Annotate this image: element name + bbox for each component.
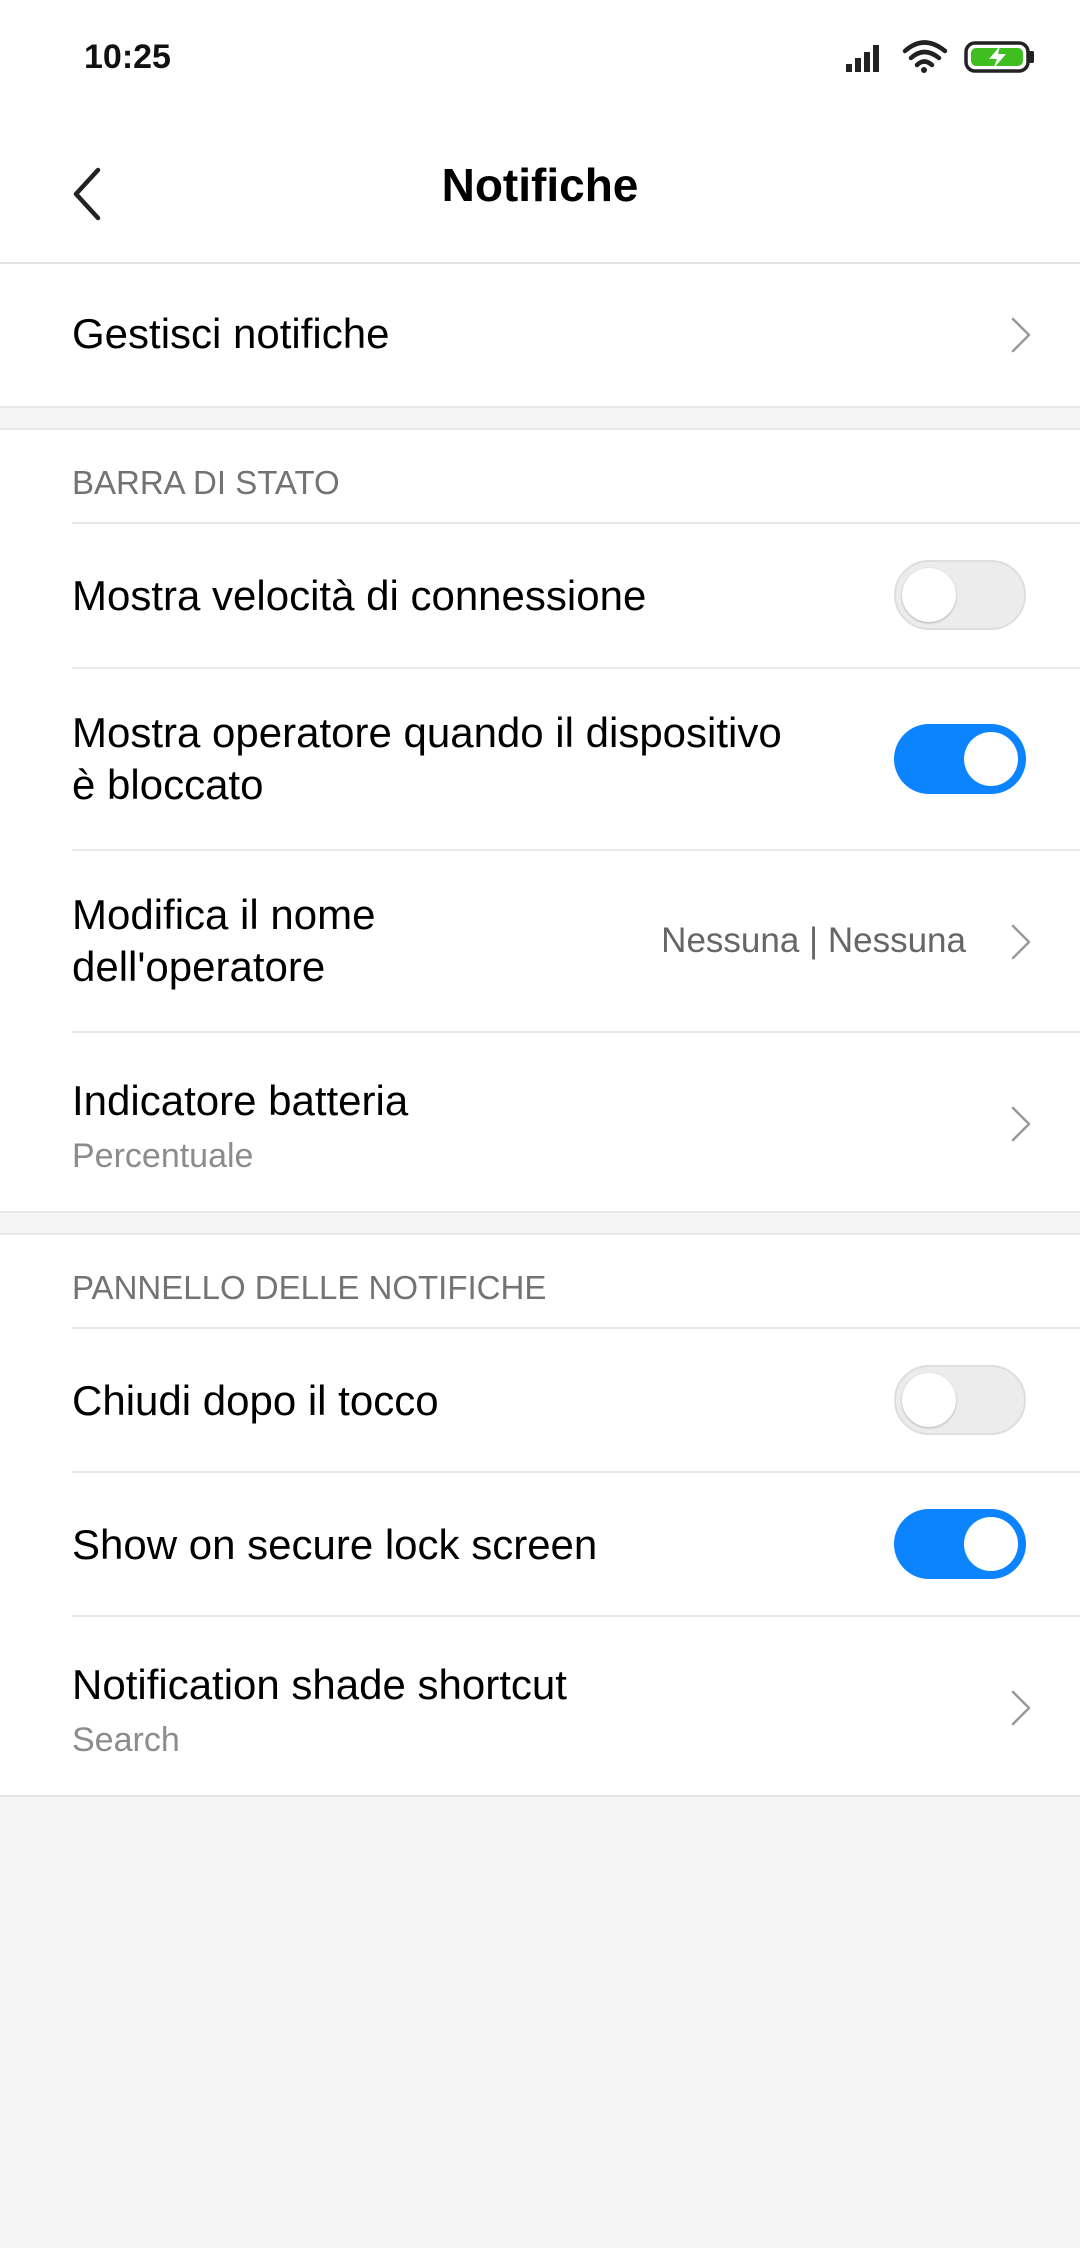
section-header-notification-panel: PANNELLO DELLE NOTIFICHE <box>0 1235 1080 1327</box>
carrier-locked-label-line1: Mostra operatore quando il dispositivo <box>72 709 782 756</box>
section-notification-panel: PANNELLO DELLE NOTIFICHE Chiudi dopo il … <box>0 1235 1080 1795</box>
signal-icon <box>846 45 879 72</box>
battery-indicator-label: Indicatore batteria <box>72 1077 409 1124</box>
section-manage: Gestisci notifiche <box>0 264 1080 406</box>
status-time: 10:25 <box>84 38 171 76</box>
manage-notifications-row[interactable]: Gestisci notifiche <box>72 264 1080 406</box>
toggle-knob <box>902 1373 956 1427</box>
section-gap <box>0 406 1080 430</box>
toggle-knob <box>964 1517 1018 1571</box>
battery-charging-icon <box>964 41 1034 73</box>
manage-notifications-label: Gestisci notifiche <box>72 310 390 357</box>
carrier-name-label-line2: dell'operatore <box>72 943 326 990</box>
shade-shortcut-sub: Search <box>72 1721 180 1759</box>
carrier-locked-toggle[interactable] <box>894 724 1026 794</box>
secure-lock-row[interactable]: Show on secure lock screen <box>72 1471 1080 1615</box>
toggle-knob <box>964 732 1018 786</box>
status-icons <box>846 40 1036 74</box>
section-status-bar: BARRA DI STATO Mostra velocità di connes… <box>0 430 1080 1211</box>
connection-speed-label: Mostra velocità di connessione <box>72 572 647 619</box>
connection-speed-row[interactable]: Mostra velocità di connessione <box>72 522 1080 667</box>
chevron-right-icon <box>1011 1690 1031 1726</box>
close-after-tap-row[interactable]: Chiudi dopo il tocco <box>72 1327 1080 1471</box>
chevron-right-icon <box>1011 317 1031 353</box>
bottom-divider <box>0 1795 1080 1797</box>
section-gap <box>0 1211 1080 1235</box>
shade-shortcut-label: Notification shade shortcut <box>72 1661 567 1708</box>
secure-lock-label: Show on secure lock screen <box>72 1521 598 1568</box>
close-after-tap-toggle[interactable] <box>894 1365 1026 1435</box>
carrier-name-value: Nessuna | Nessuna <box>661 921 966 960</box>
chevron-right-icon <box>1011 1106 1031 1142</box>
battery-indicator-row[interactable]: Indicatore batteria Percentuale <box>72 1031 1080 1211</box>
page-title: Notifiche <box>441 159 639 211</box>
connection-speed-toggle[interactable] <box>894 560 1026 630</box>
carrier-name-label-line1: Modifica il nome <box>72 891 376 938</box>
toggle-knob <box>902 568 956 622</box>
carrier-name-row[interactable]: Modifica il nome dell'operatore Nessuna … <box>72 849 1080 1031</box>
section-title-notification-panel: PANNELLO DELLE NOTIFICHE <box>72 1269 547 1306</box>
close-after-tap-label: Chiudi dopo il tocco <box>72 1377 439 1424</box>
wifi-icon <box>902 40 948 73</box>
chevron-right-icon <box>1011 924 1031 960</box>
app-header-area: 10:25 Notifiche <box>0 0 1080 264</box>
shade-shortcut-row[interactable]: Notification shade shortcut Search <box>72 1615 1080 1795</box>
secure-lock-toggle[interactable] <box>894 1509 1026 1579</box>
title-bar: Notifiche <box>0 120 1080 262</box>
section-header-status-bar: BARRA DI STATO <box>0 430 1080 522</box>
battery-indicator-sub: Percentuale <box>72 1137 254 1175</box>
status-bar: 10:25 <box>0 0 1080 120</box>
carrier-locked-row[interactable]: Mostra operatore quando il dispositivo è… <box>72 667 1080 849</box>
section-title-status-bar: BARRA DI STATO <box>72 464 340 501</box>
carrier-locked-label-line2: è bloccato <box>72 761 264 808</box>
